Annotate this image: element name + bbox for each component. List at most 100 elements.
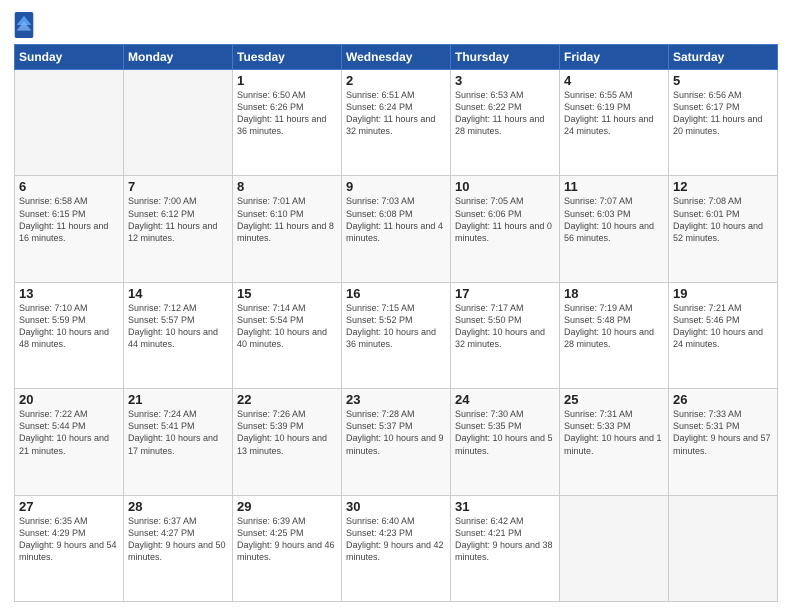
day-number: 29 xyxy=(237,499,337,514)
day-info: Sunrise: 6:42 AMSunset: 4:21 PMDaylight:… xyxy=(455,515,555,564)
calendar-cell: 13Sunrise: 7:10 AMSunset: 5:59 PMDayligh… xyxy=(15,282,124,388)
header xyxy=(14,12,778,38)
calendar-cell: 8Sunrise: 7:01 AMSunset: 6:10 PMDaylight… xyxy=(233,176,342,282)
calendar-cell: 19Sunrise: 7:21 AMSunset: 5:46 PMDayligh… xyxy=(669,282,778,388)
calendar-cell: 27Sunrise: 6:35 AMSunset: 4:29 PMDayligh… xyxy=(15,495,124,601)
logo-icon xyxy=(14,12,34,38)
calendar-cell: 18Sunrise: 7:19 AMSunset: 5:48 PMDayligh… xyxy=(560,282,669,388)
calendar-cell: 9Sunrise: 7:03 AMSunset: 6:08 PMDaylight… xyxy=(342,176,451,282)
day-info: Sunrise: 7:33 AMSunset: 5:31 PMDaylight:… xyxy=(673,408,773,457)
day-number: 28 xyxy=(128,499,228,514)
day-number: 2 xyxy=(346,73,446,88)
day-number: 27 xyxy=(19,499,119,514)
day-info: Sunrise: 7:17 AMSunset: 5:50 PMDaylight:… xyxy=(455,302,555,351)
calendar-cell: 3Sunrise: 6:53 AMSunset: 6:22 PMDaylight… xyxy=(451,70,560,176)
calendar-table: SundayMondayTuesdayWednesdayThursdayFrid… xyxy=(14,44,778,602)
calendar-week-row: 13Sunrise: 7:10 AMSunset: 5:59 PMDayligh… xyxy=(15,282,778,388)
day-info: Sunrise: 7:31 AMSunset: 5:33 PMDaylight:… xyxy=(564,408,664,457)
day-info: Sunrise: 7:22 AMSunset: 5:44 PMDaylight:… xyxy=(19,408,119,457)
day-info: Sunrise: 6:56 AMSunset: 6:17 PMDaylight:… xyxy=(673,89,773,138)
day-info: Sunrise: 7:21 AMSunset: 5:46 PMDaylight:… xyxy=(673,302,773,351)
calendar-cell: 31Sunrise: 6:42 AMSunset: 4:21 PMDayligh… xyxy=(451,495,560,601)
calendar-cell: 10Sunrise: 7:05 AMSunset: 6:06 PMDayligh… xyxy=(451,176,560,282)
calendar-cell: 20Sunrise: 7:22 AMSunset: 5:44 PMDayligh… xyxy=(15,389,124,495)
calendar-cell xyxy=(669,495,778,601)
calendar-week-row: 1Sunrise: 6:50 AMSunset: 6:26 PMDaylight… xyxy=(15,70,778,176)
calendar-cell: 26Sunrise: 7:33 AMSunset: 5:31 PMDayligh… xyxy=(669,389,778,495)
day-info: Sunrise: 6:51 AMSunset: 6:24 PMDaylight:… xyxy=(346,89,446,138)
day-number: 8 xyxy=(237,179,337,194)
day-info: Sunrise: 7:05 AMSunset: 6:06 PMDaylight:… xyxy=(455,195,555,244)
day-number: 3 xyxy=(455,73,555,88)
day-info: Sunrise: 6:50 AMSunset: 6:26 PMDaylight:… xyxy=(237,89,337,138)
day-info: Sunrise: 7:26 AMSunset: 5:39 PMDaylight:… xyxy=(237,408,337,457)
calendar-cell: 22Sunrise: 7:26 AMSunset: 5:39 PMDayligh… xyxy=(233,389,342,495)
day-number: 22 xyxy=(237,392,337,407)
calendar-header-row: SundayMondayTuesdayWednesdayThursdayFrid… xyxy=(15,45,778,70)
page: SundayMondayTuesdayWednesdayThursdayFrid… xyxy=(0,0,792,612)
calendar-cell: 15Sunrise: 7:14 AMSunset: 5:54 PMDayligh… xyxy=(233,282,342,388)
calendar-week-row: 20Sunrise: 7:22 AMSunset: 5:44 PMDayligh… xyxy=(15,389,778,495)
day-number: 23 xyxy=(346,392,446,407)
weekday-header: Monday xyxy=(124,45,233,70)
calendar-cell: 11Sunrise: 7:07 AMSunset: 6:03 PMDayligh… xyxy=(560,176,669,282)
day-number: 13 xyxy=(19,286,119,301)
day-info: Sunrise: 6:40 AMSunset: 4:23 PMDaylight:… xyxy=(346,515,446,564)
day-number: 9 xyxy=(346,179,446,194)
calendar-cell: 23Sunrise: 7:28 AMSunset: 5:37 PMDayligh… xyxy=(342,389,451,495)
day-number: 4 xyxy=(564,73,664,88)
logo xyxy=(14,12,38,38)
calendar-cell: 7Sunrise: 7:00 AMSunset: 6:12 PMDaylight… xyxy=(124,176,233,282)
weekday-header: Tuesday xyxy=(233,45,342,70)
calendar-cell: 30Sunrise: 6:40 AMSunset: 4:23 PMDayligh… xyxy=(342,495,451,601)
day-number: 7 xyxy=(128,179,228,194)
calendar-cell: 16Sunrise: 7:15 AMSunset: 5:52 PMDayligh… xyxy=(342,282,451,388)
calendar-cell: 28Sunrise: 6:37 AMSunset: 4:27 PMDayligh… xyxy=(124,495,233,601)
calendar-cell: 21Sunrise: 7:24 AMSunset: 5:41 PMDayligh… xyxy=(124,389,233,495)
day-info: Sunrise: 6:37 AMSunset: 4:27 PMDaylight:… xyxy=(128,515,228,564)
calendar-cell: 4Sunrise: 6:55 AMSunset: 6:19 PMDaylight… xyxy=(560,70,669,176)
calendar-cell: 29Sunrise: 6:39 AMSunset: 4:25 PMDayligh… xyxy=(233,495,342,601)
day-number: 14 xyxy=(128,286,228,301)
day-number: 16 xyxy=(346,286,446,301)
calendar-cell xyxy=(124,70,233,176)
day-info: Sunrise: 7:15 AMSunset: 5:52 PMDaylight:… xyxy=(346,302,446,351)
calendar-cell xyxy=(15,70,124,176)
day-info: Sunrise: 6:55 AMSunset: 6:19 PMDaylight:… xyxy=(564,89,664,138)
day-number: 17 xyxy=(455,286,555,301)
weekday-header: Friday xyxy=(560,45,669,70)
calendar-cell: 24Sunrise: 7:30 AMSunset: 5:35 PMDayligh… xyxy=(451,389,560,495)
day-number: 5 xyxy=(673,73,773,88)
day-info: Sunrise: 7:14 AMSunset: 5:54 PMDaylight:… xyxy=(237,302,337,351)
day-info: Sunrise: 7:10 AMSunset: 5:59 PMDaylight:… xyxy=(19,302,119,351)
day-number: 18 xyxy=(564,286,664,301)
day-number: 24 xyxy=(455,392,555,407)
day-info: Sunrise: 7:01 AMSunset: 6:10 PMDaylight:… xyxy=(237,195,337,244)
day-info: Sunrise: 6:39 AMSunset: 4:25 PMDaylight:… xyxy=(237,515,337,564)
weekday-header: Saturday xyxy=(669,45,778,70)
day-info: Sunrise: 7:12 AMSunset: 5:57 PMDaylight:… xyxy=(128,302,228,351)
day-info: Sunrise: 7:24 AMSunset: 5:41 PMDaylight:… xyxy=(128,408,228,457)
day-number: 1 xyxy=(237,73,337,88)
day-info: Sunrise: 6:35 AMSunset: 4:29 PMDaylight:… xyxy=(19,515,119,564)
day-number: 6 xyxy=(19,179,119,194)
day-number: 25 xyxy=(564,392,664,407)
day-number: 15 xyxy=(237,286,337,301)
calendar-cell: 25Sunrise: 7:31 AMSunset: 5:33 PMDayligh… xyxy=(560,389,669,495)
calendar-cell xyxy=(560,495,669,601)
weekday-header: Thursday xyxy=(451,45,560,70)
weekday-header: Sunday xyxy=(15,45,124,70)
day-info: Sunrise: 6:53 AMSunset: 6:22 PMDaylight:… xyxy=(455,89,555,138)
day-number: 31 xyxy=(455,499,555,514)
day-number: 30 xyxy=(346,499,446,514)
day-info: Sunrise: 7:07 AMSunset: 6:03 PMDaylight:… xyxy=(564,195,664,244)
day-number: 12 xyxy=(673,179,773,194)
day-info: Sunrise: 7:30 AMSunset: 5:35 PMDaylight:… xyxy=(455,408,555,457)
day-info: Sunrise: 7:00 AMSunset: 6:12 PMDaylight:… xyxy=(128,195,228,244)
calendar-cell: 6Sunrise: 6:58 AMSunset: 6:15 PMDaylight… xyxy=(15,176,124,282)
day-number: 11 xyxy=(564,179,664,194)
calendar-week-row: 6Sunrise: 6:58 AMSunset: 6:15 PMDaylight… xyxy=(15,176,778,282)
calendar-cell: 5Sunrise: 6:56 AMSunset: 6:17 PMDaylight… xyxy=(669,70,778,176)
day-number: 21 xyxy=(128,392,228,407)
calendar-cell: 14Sunrise: 7:12 AMSunset: 5:57 PMDayligh… xyxy=(124,282,233,388)
